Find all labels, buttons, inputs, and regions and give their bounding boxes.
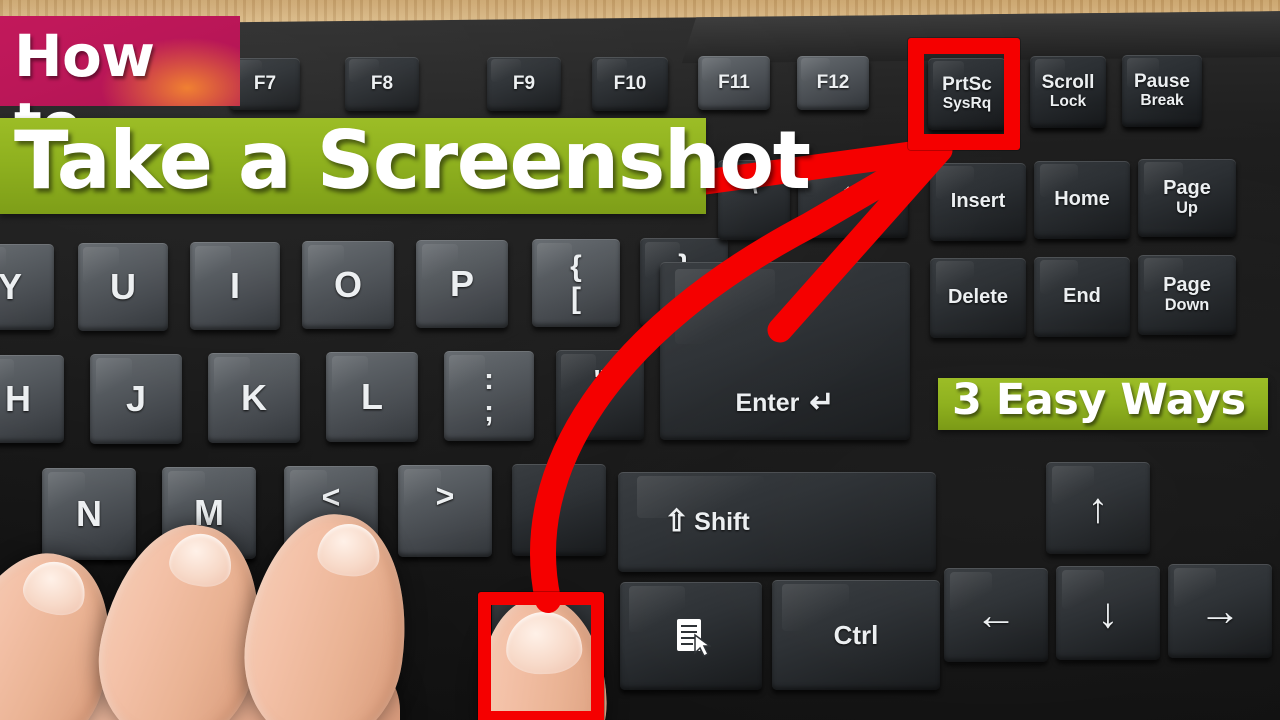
key-period[interactable]: > [398, 465, 492, 557]
key-f7[interactable]: F7 [230, 58, 300, 110]
key-label: " [593, 363, 607, 395]
key-label: L [361, 375, 383, 417]
keycap-gloss [675, 269, 775, 344]
badge-3-easy-ways: 3 Easy Ways [938, 375, 1268, 430]
key-delete[interactable]: Delete [930, 258, 1026, 338]
arrow-left-icon: ← [838, 169, 868, 202]
key-label: P [449, 262, 474, 304]
key-label: K [241, 376, 267, 418]
key-sublabel: [ [571, 282, 581, 315]
key-bracket-left[interactable]: { [ [532, 239, 620, 327]
key-label: Y [0, 265, 22, 307]
key-insert[interactable]: Insert [930, 163, 1026, 241]
enter-arrow-icon: ↵ [809, 386, 835, 419]
key-label: F12 [816, 71, 850, 93]
key-sublabel: ; [484, 395, 494, 428]
key-page-down[interactable]: Page Down [1138, 255, 1236, 335]
key-f9[interactable]: F9 [487, 57, 561, 111]
key-u[interactable]: U [78, 243, 168, 331]
key-f12[interactable]: F12 [797, 56, 869, 110]
key-scroll-lock[interactable]: Scroll Lock [1030, 56, 1106, 128]
key-label: Insert [950, 190, 1006, 213]
arrow-down-icon: ↓ [1097, 589, 1119, 637]
key-end[interactable]: End [1034, 257, 1130, 337]
key-label: Delete [947, 286, 1009, 309]
key-label: I [229, 264, 240, 306]
shift-arrow-icon: ⇧ [664, 505, 690, 538]
key-sublabel: Break [1140, 91, 1184, 109]
arrow-right-icon: → [1199, 587, 1241, 635]
key-n[interactable]: N [42, 468, 136, 560]
key-sublabel: ' [596, 394, 604, 425]
key-label: { [570, 249, 582, 283]
banner-how-to: How to [0, 16, 240, 158]
key-label: J [125, 377, 147, 419]
key-h[interactable]: H [0, 355, 64, 443]
key-sublabel: Up [1176, 198, 1198, 217]
key-label: Scroll [1041, 72, 1095, 94]
red-highlight-box-prtsc [908, 38, 1020, 150]
red-highlight-box-finger [478, 592, 604, 720]
key-quote[interactable]: " ' [556, 350, 644, 440]
key-backspace[interactable]: ← [798, 158, 908, 238]
key-p[interactable]: P [416, 240, 508, 328]
key-label: Page [1163, 177, 1211, 200]
key-label: F8 [370, 72, 394, 94]
key-ctrl-right[interactable]: Ctrl [772, 580, 940, 690]
key-arrow-down[interactable]: ↓ [1056, 566, 1160, 660]
arrow-left-icon: ← [975, 591, 1017, 639]
key-menu[interactable] [620, 582, 762, 690]
key-label: O [333, 263, 362, 305]
keycap-gloss [195, 245, 232, 283]
key-f11[interactable]: F11 [698, 56, 770, 110]
key-f8[interactable]: F8 [345, 57, 419, 111]
key-label: Home [1054, 188, 1110, 211]
key-arrow-left[interactable]: ← [944, 568, 1048, 662]
key-home[interactable]: Home [1034, 161, 1130, 239]
key-slash[interactable] [512, 464, 606, 556]
key-o[interactable]: O [302, 241, 394, 329]
key-label: F7 [253, 72, 277, 94]
key-label: End [1063, 285, 1101, 308]
key-sublabel: Lock [1049, 92, 1087, 110]
key-pause-break[interactable]: Pause Break [1122, 55, 1202, 127]
banner-title: Take a Screenshot [0, 114, 811, 214]
arrow-up-icon: ↑ [1087, 484, 1109, 532]
key-shift-right[interactable]: ⇧ Shift [618, 472, 936, 572]
key-y[interactable]: Y [0, 244, 54, 330]
key-label: N [76, 492, 102, 534]
keycap-gloss [537, 242, 573, 280]
key-k[interactable]: K [208, 353, 300, 443]
key-label: F10 [613, 72, 647, 94]
thumbnail-stage: F7 F8 F9 F10 F11 F12 PrtSc SysRq Scroll … [0, 0, 1280, 720]
keycap-gloss [561, 353, 597, 392]
key-label: : [484, 362, 494, 396]
key-label: Enter [735, 388, 800, 417]
key-enter[interactable]: Enter ↵ [660, 262, 910, 440]
key-semicolon[interactable]: : ; [444, 351, 534, 441]
key-label: Shift [694, 507, 750, 536]
key-label: Pause [1134, 71, 1190, 93]
key-arrow-right[interactable]: → [1168, 564, 1272, 658]
key-label: > [435, 478, 455, 514]
key-f10[interactable]: F10 [592, 57, 668, 111]
key-label: F9 [512, 72, 536, 94]
key-label: H [5, 377, 31, 419]
key-sublabel: Down [1164, 295, 1210, 314]
key-label: F11 [718, 71, 750, 93]
menu-key-icon [671, 615, 713, 658]
key-i[interactable]: I [190, 242, 280, 330]
key-label: Ctrl [833, 619, 879, 650]
key-j[interactable]: J [90, 354, 182, 444]
keycap-gloss [449, 354, 486, 393]
key-arrow-up[interactable]: ↑ [1046, 462, 1150, 554]
key-label: Page [1163, 274, 1211, 297]
banner-title-label: Take a Screenshot [14, 114, 811, 207]
key-label: < [321, 479, 341, 515]
key-page-up[interactable]: Page Up [1138, 159, 1236, 237]
key-l[interactable]: L [326, 352, 418, 442]
key-label: U [110, 265, 136, 307]
badge-label: 3 Easy Ways [952, 375, 1246, 425]
